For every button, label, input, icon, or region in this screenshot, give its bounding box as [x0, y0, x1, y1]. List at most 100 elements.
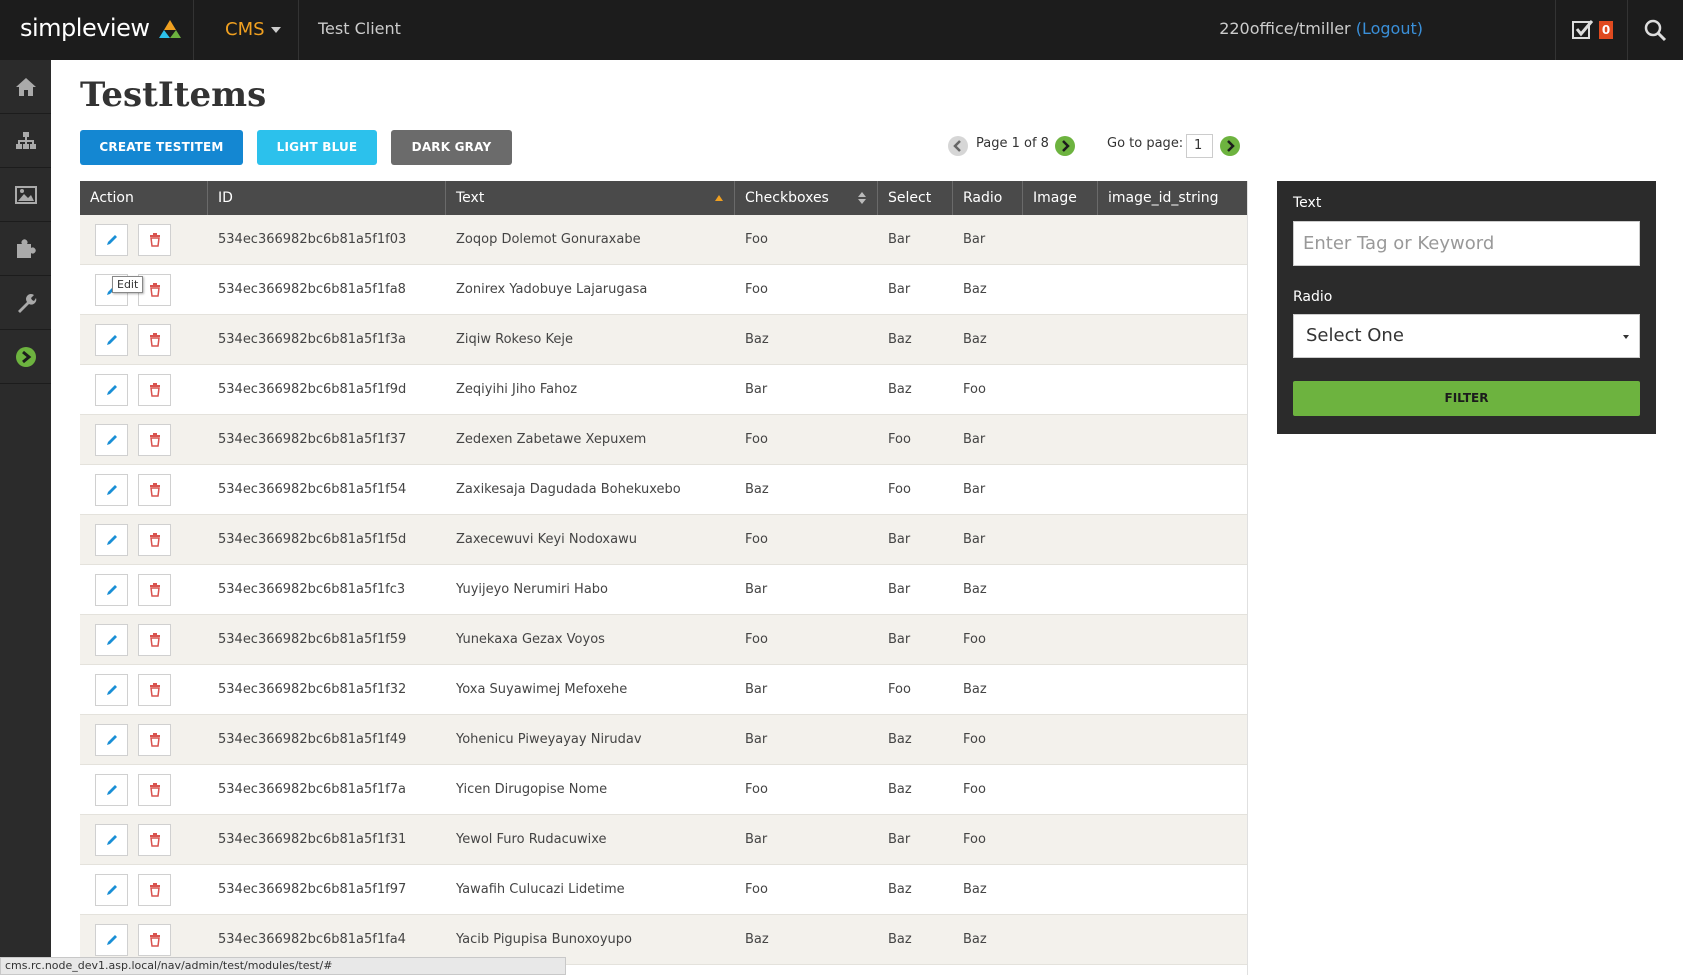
- tasks-button[interactable]: 0: [1569, 14, 1617, 46]
- sidebar-item-home[interactable]: [0, 60, 51, 114]
- table-row: 534ec366982bc6b81a5f1fc3 Yuyijeyo Nerumir…: [80, 565, 1247, 615]
- column-header-image-id-string[interactable]: image_id_string: [1098, 181, 1247, 215]
- filter-text-input[interactable]: Enter Tag or Keyword: [1293, 221, 1640, 266]
- cms-menu-label: CMS: [225, 19, 265, 40]
- sitemap-icon: [15, 131, 36, 149]
- cell-checkboxes: Bar: [745, 382, 768, 397]
- delete-button[interactable]: [138, 924, 171, 956]
- cell-checkboxes: Baz: [745, 932, 769, 947]
- column-header-id[interactable]: ID: [208, 181, 446, 215]
- cell-radio: Bar: [963, 432, 986, 447]
- edit-button[interactable]: [95, 724, 128, 756]
- sidebar-item-modules[interactable]: [0, 222, 51, 276]
- filter-radio-label: Radio: [1293, 289, 1333, 305]
- edit-button[interactable]: [95, 424, 128, 456]
- edit-button[interactable]: [95, 624, 128, 656]
- edit-button[interactable]: [95, 824, 128, 856]
- home-icon: [15, 77, 36, 96]
- logo[interactable]: simpleview: [20, 14, 181, 42]
- goto-page-input[interactable]: 1: [1186, 134, 1213, 158]
- edit-button[interactable]: [95, 224, 128, 256]
- column-header-image[interactable]: Image: [1023, 181, 1098, 215]
- cell-checkboxes: Bar: [745, 732, 768, 747]
- column-header-checkboxes[interactable]: Checkboxes: [735, 181, 878, 215]
- cell-text: Yoxa Suyawimej Mefoxehe: [456, 682, 628, 697]
- trash-icon: [149, 483, 160, 497]
- pencil-icon: [106, 835, 117, 845]
- dark-gray-button[interactable]: DARK GRAY: [391, 130, 512, 165]
- image-icon: [14, 185, 37, 204]
- cms-menu[interactable]: CMS: [225, 19, 281, 40]
- logout-link[interactable]: (Logout): [1356, 19, 1423, 38]
- cell-id: 534ec366982bc6b81a5f1f49: [218, 732, 407, 747]
- cell-select: Foo: [888, 682, 911, 697]
- delete-button[interactable]: [138, 374, 171, 406]
- table-row: 534ec366982bc6b81a5f1f03 Zoqop Dolemot Go…: [80, 215, 1247, 265]
- next-page-button[interactable]: [1055, 136, 1075, 156]
- cell-radio: Foo: [963, 832, 986, 847]
- pencil-icon: [106, 385, 117, 395]
- delete-button[interactable]: [138, 774, 171, 806]
- pencil-icon: [106, 735, 117, 745]
- filter-button[interactable]: FILTER: [1293, 381, 1640, 416]
- delete-button[interactable]: [138, 624, 171, 656]
- delete-button[interactable]: [138, 874, 171, 906]
- goto-page-button[interactable]: [1220, 136, 1240, 156]
- edit-button[interactable]: [95, 474, 128, 506]
- edit-button[interactable]: [95, 574, 128, 606]
- sidebar-item-sitemap[interactable]: [0, 114, 51, 168]
- edit-button[interactable]: [95, 774, 128, 806]
- trash-icon: [149, 283, 160, 297]
- cell-radio: Baz: [963, 332, 987, 347]
- light-blue-button[interactable]: LIGHT BLUE: [257, 130, 377, 165]
- delete-button[interactable]: [138, 324, 171, 356]
- edit-button[interactable]: [95, 874, 128, 906]
- delete-button[interactable]: [138, 574, 171, 606]
- column-header-text[interactable]: Text: [446, 181, 735, 215]
- trash-icon: [149, 383, 160, 397]
- search-button[interactable]: [1641, 16, 1669, 44]
- cell-checkboxes: Bar: [745, 682, 768, 697]
- edit-button[interactable]: [95, 674, 128, 706]
- delete-button[interactable]: [138, 724, 171, 756]
- cell-select: Bar: [888, 832, 911, 847]
- edit-button[interactable]: [95, 374, 128, 406]
- edit-button[interactable]: [95, 324, 128, 356]
- cell-radio: Bar: [963, 482, 986, 497]
- cell-checkboxes: Foo: [745, 232, 768, 247]
- sidebar-item-tools[interactable]: [0, 276, 51, 330]
- cell-select: Foo: [888, 432, 911, 447]
- cell-checkboxes: Foo: [745, 882, 768, 897]
- sidebar-item-expand[interactable]: [0, 330, 51, 384]
- logo-mark-icon: [158, 20, 181, 38]
- table-row: 534ec366982bc6b81a5f1f49 Yohenicu Piweyay…: [80, 715, 1247, 765]
- cell-select: Bar: [888, 232, 911, 247]
- trash-icon: [149, 633, 160, 647]
- column-header-action: Action: [80, 181, 208, 215]
- table-row: 534ec366982bc6b81a5f1f97 Yawafih Culucazi…: [80, 865, 1247, 915]
- page-indicator: Page 1 of 8: [976, 136, 1049, 151]
- create-testitem-button[interactable]: CREATE TESTITEM: [80, 130, 243, 165]
- delete-button[interactable]: [138, 524, 171, 556]
- pencil-icon: [106, 935, 117, 945]
- cell-id: 534ec366982bc6b81a5f1f7a: [218, 782, 406, 797]
- previous-page-button[interactable]: [948, 136, 968, 156]
- sidebar-item-media[interactable]: [0, 168, 51, 222]
- delete-button[interactable]: [138, 474, 171, 506]
- browser-status-bar: cms.rc.node_dev1.asp.local/nav/admin/tes…: [0, 957, 566, 975]
- pencil-icon: [106, 635, 117, 645]
- edit-button[interactable]: [95, 924, 128, 956]
- cell-radio: Baz: [963, 882, 987, 897]
- filter-radio-select[interactable]: Select One: [1293, 314, 1640, 358]
- cell-checkboxes: Foo: [745, 782, 768, 797]
- delete-button[interactable]: [138, 424, 171, 456]
- edit-button[interactable]: [95, 524, 128, 556]
- delete-button[interactable]: [138, 674, 171, 706]
- cell-text: Yuyijeyo Nerumiri Habo: [456, 582, 609, 597]
- chevron-right-icon: [1227, 140, 1235, 152]
- delete-button[interactable]: [138, 824, 171, 856]
- column-header-select[interactable]: Select: [878, 181, 953, 215]
- trash-icon: [149, 833, 160, 847]
- column-header-radio[interactable]: Radio: [953, 181, 1023, 215]
- delete-button[interactable]: [138, 224, 171, 256]
